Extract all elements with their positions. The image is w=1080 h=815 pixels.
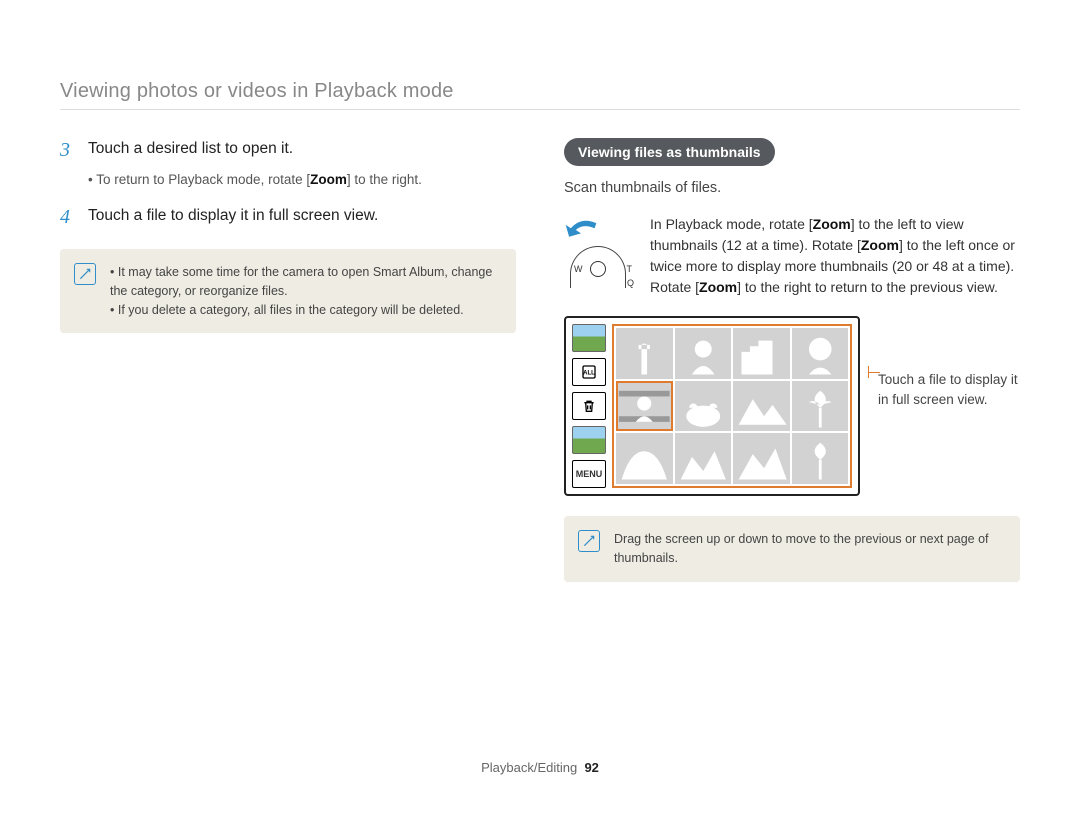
thumbnail-grid[interactable] <box>612 324 852 488</box>
section-intro: Scan thumbnails of files. <box>564 180 1020 196</box>
step-4: 4 Touch a file to display it in full scr… <box>60 205 516 229</box>
note-icon <box>578 530 600 552</box>
note-box: Drag the screen up or down to move to th… <box>564 516 1020 582</box>
photo-thumbnail-icon[interactable] <box>572 324 606 352</box>
right-column: Viewing files as thumbnails Scan thumbna… <box>564 138 1020 582</box>
thumbnail-cell[interactable] <box>792 433 849 484</box>
thumbnail-cell[interactable] <box>733 433 790 484</box>
substep-bold: Zoom <box>310 172 347 187</box>
zoom-dial-icon: W T Q <box>564 214 632 292</box>
thumbnail-cell[interactable] <box>792 381 849 432</box>
camera-screen: ALL MENU <box>564 316 860 496</box>
step-3: 3 Touch a desired list to open it. <box>60 138 516 162</box>
callout-text: Touch a file to display it in full scree… <box>878 372 1018 407</box>
zoom-instruction-text: In Playback mode, rotate [Zoom] to the l… <box>650 214 1020 298</box>
thumbnail-cell[interactable] <box>792 328 849 379</box>
section-heading-pill: Viewing files as thumbnails <box>564 138 775 166</box>
figure-callout: Touch a file to display it in full scree… <box>878 316 1020 409</box>
footer-page-number: 92 <box>584 760 598 775</box>
page-title: Viewing photos or videos in Playback mod… <box>60 80 1020 103</box>
all-filter-icon[interactable]: ALL <box>572 358 606 386</box>
two-column-layout: 3 Touch a desired list to open it. To re… <box>60 138 1020 582</box>
step-3-substep: To return to Playback mode, rotate [Zoom… <box>88 172 516 187</box>
photo-thumbnail-icon[interactable] <box>572 426 606 454</box>
note-item: If you delete a category, all files in t… <box>110 301 498 320</box>
thumbnail-cell-selected[interactable] <box>616 381 673 432</box>
title-divider <box>60 109 1020 110</box>
side-toolbar: ALL MENU <box>572 324 606 488</box>
dial-t-label: T <box>627 264 633 274</box>
zoom-instruction-row: W T Q In Playback mode, rotate [Zoom] to… <box>564 214 1020 298</box>
substep-text-post: ] to the right. <box>347 172 422 187</box>
note-item: It may take some time for the camera to … <box>110 263 498 301</box>
thumbnail-cell[interactable] <box>733 381 790 432</box>
note-icon <box>74 263 96 285</box>
note-text: Drag the screen up or down to move to th… <box>614 530 1002 568</box>
substep-text-pre: To return to Playback mode, rotate [ <box>96 172 310 187</box>
thumbnail-cell[interactable] <box>675 328 732 379</box>
thumbnail-cell[interactable] <box>616 433 673 484</box>
svg-text:ALL: ALL <box>583 371 595 377</box>
manual-page: Viewing photos or videos in Playback mod… <box>0 0 1080 815</box>
step-text: Touch a file to display it in full scree… <box>88 205 378 229</box>
menu-button[interactable]: MENU <box>572 460 606 488</box>
note-box: It may take some time for the camera to … <box>60 249 516 333</box>
thumbnail-cell[interactable] <box>675 381 732 432</box>
left-column: 3 Touch a desired list to open it. To re… <box>60 138 516 582</box>
dial-w-label: W <box>574 264 583 274</box>
t: In Playback mode, rotate [ <box>650 216 813 232</box>
thumbnail-cell[interactable] <box>675 433 732 484</box>
note-list: It may take some time for the camera to … <box>110 263 498 319</box>
step-text: Touch a desired list to open it. <box>88 138 293 162</box>
trash-icon[interactable] <box>572 392 606 420</box>
thumbnail-cell[interactable] <box>616 328 673 379</box>
dial-q-label: Q <box>627 278 634 288</box>
footer-section: Playback/Editing <box>481 760 577 775</box>
thumbnail-cell[interactable] <box>733 328 790 379</box>
thumbnail-figure: ALL MENU <box>564 316 1020 496</box>
t: Zoom <box>861 237 899 253</box>
arrow-left-icon <box>564 218 598 242</box>
step-number: 3 <box>60 138 78 162</box>
t: Zoom <box>813 216 851 232</box>
page-footer: Playback/Editing 92 <box>0 760 1080 775</box>
step-number: 4 <box>60 205 78 229</box>
t: ] to the right to return to the previous… <box>737 279 998 295</box>
t: Zoom <box>699 279 737 295</box>
